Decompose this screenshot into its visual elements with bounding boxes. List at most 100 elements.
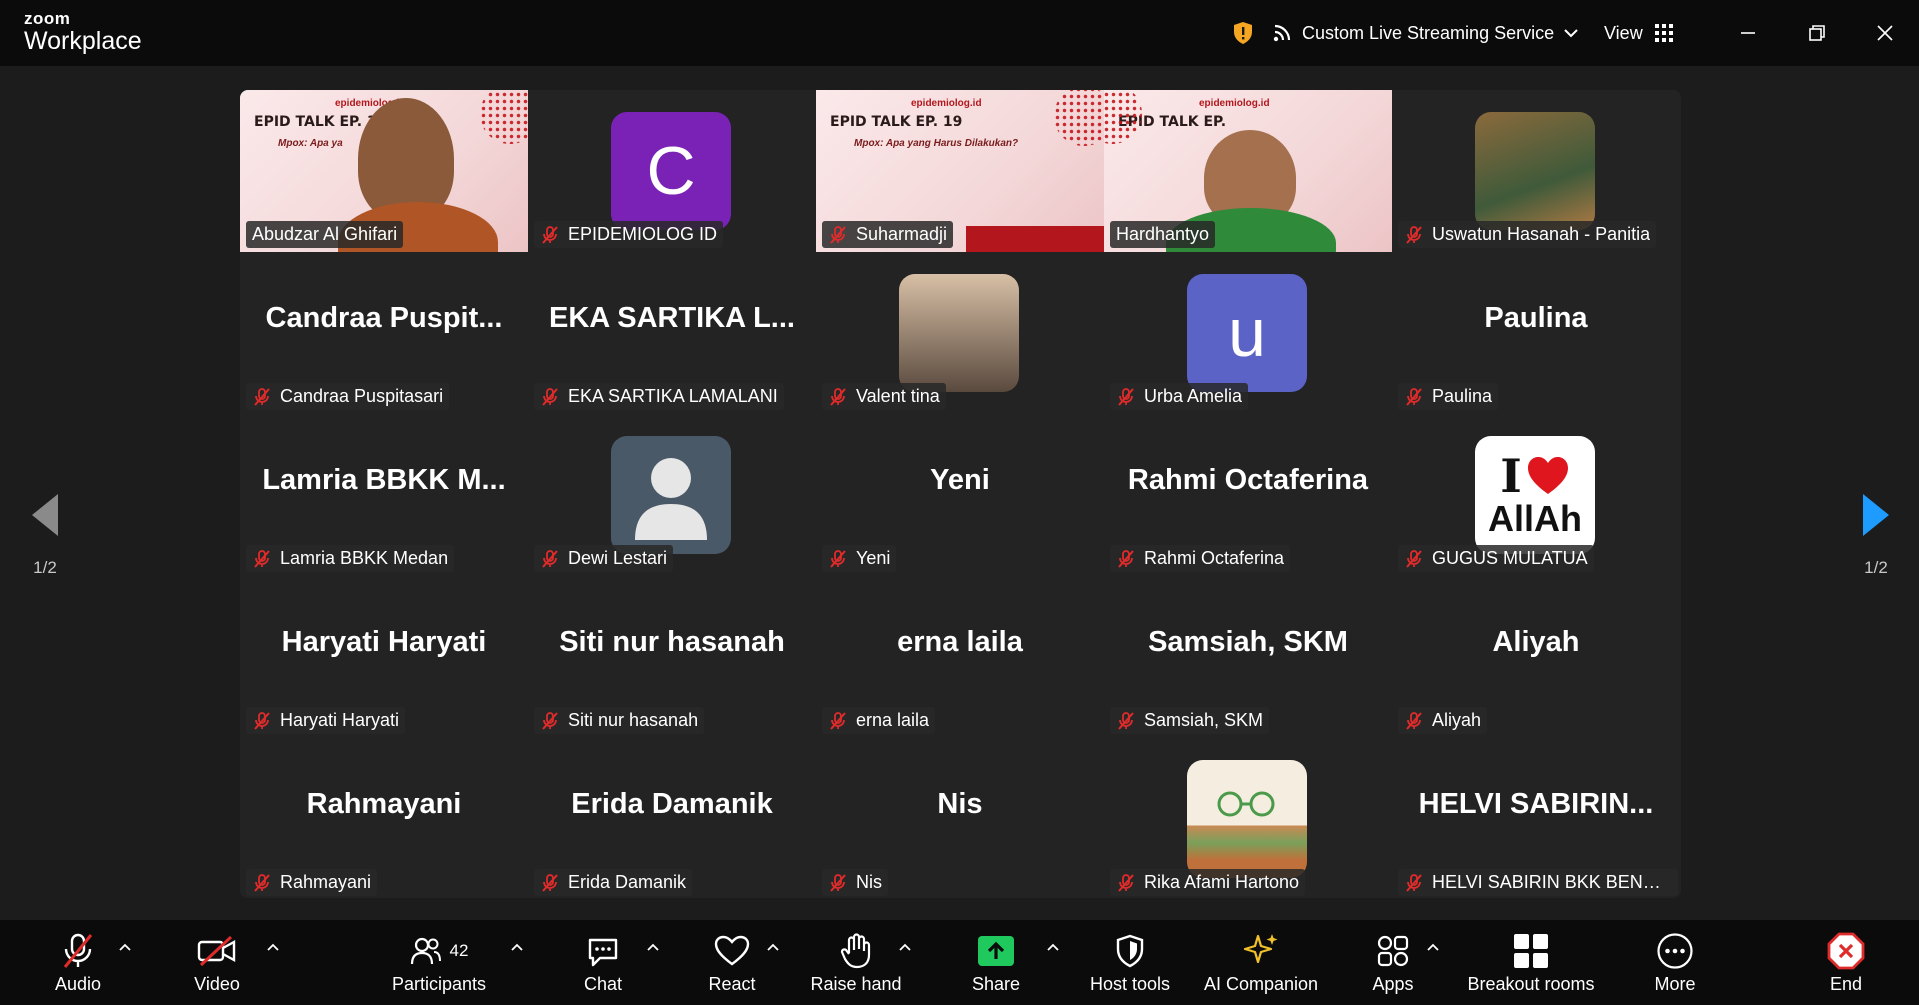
chat-options-caret-icon[interactable] [646,940,660,954]
participants-button[interactable]: 42 Participants [384,920,494,1005]
encryption-shield-button[interactable] [1232,0,1254,66]
participants-options-caret-icon[interactable] [510,940,524,954]
participant-tile[interactable]: HELVI SABIRIN... HELVI SABIRIN BKK BENGK… [1392,738,1680,898]
apps-options-caret-icon[interactable] [1426,940,1440,954]
share-label: Share [971,974,1021,994]
participant-display-name: Lamria BBKK M... [262,464,506,496]
dot-pattern-decoration [1054,90,1104,146]
more-button[interactable]: More [1642,920,1708,1005]
participant-name: Hardhantyo [1116,224,1210,244]
video-button[interactable]: Video [180,920,254,1005]
participant-tile[interactable]: Siti nur hasanah Siti nur hasanah [528,576,816,738]
raise-hand-options-caret-icon[interactable] [898,940,912,954]
ai-companion-button[interactable]: AI Companion [1198,920,1324,1005]
more-label: More [1654,974,1696,994]
raise-hand-button[interactable]: Raise hand [806,920,906,1005]
video-options-caret-icon[interactable] [266,940,280,954]
participant-tile[interactable]: Dewi Lestari [528,414,816,576]
participant-name: EKA SARTIKA LAMALANI [568,386,778,406]
name-label: Hardhantyo [1110,221,1216,248]
participant-tile[interactable]: C EPIDEMIOLOG ID [528,90,816,252]
name-label: Rahmi Octaferina [1110,545,1291,572]
react-button[interactable]: React [700,920,764,1005]
muted-mic-icon [254,873,270,892]
participant-display-name: Nis [937,788,983,820]
slide-logo-text: epidemiolog.id [911,98,982,109]
name-label: Rika Afami Hartono [1110,869,1306,896]
participant-tile[interactable]: Aliyah Aliyah [1392,576,1680,738]
avatar: u [1187,274,1307,392]
name-label: Uswatun Hasanah - Panitia [1398,221,1657,248]
participant-name: Dewi Lestari [568,548,668,568]
host-tools-label: Host tools [1089,974,1171,994]
next-page-nav[interactable]: 1/2 [1831,494,1919,578]
grid-view-icon [1654,24,1673,42]
chat-button[interactable]: Chat [570,920,636,1005]
participant-tile[interactable]: Rahmayani Rahmayani [240,738,528,898]
name-label: Aliyah [1398,707,1488,734]
participant-tile[interactable]: u Urba Amelia [1104,252,1392,414]
participant-name: Aliyah [1432,710,1482,730]
minimize-button[interactable] [1731,16,1765,50]
previous-page-nav[interactable]: 1/2 [0,494,90,578]
end-meeting-button[interactable]: End [1818,920,1874,1005]
share-screen-icon [978,936,1014,966]
avatar [1475,112,1595,230]
participant-tile[interactable]: Haryati Haryati Haryati Haryati [240,576,528,738]
minimize-icon [1741,32,1755,34]
participant-display-name: Siti nur hasanah [559,626,785,658]
participant-tile[interactable]: erna laila erna laila [816,576,1104,738]
ai-sparkle-icon [1243,934,1278,964]
participant-tile[interactable]: Nis Nis [816,738,1104,898]
avatar [899,274,1019,392]
restore-button[interactable] [1800,16,1834,50]
participant-display-name: Candraa Puspit... [265,302,503,334]
participant-tile[interactable]: EKA SARTIKA L... EKA SARTIKA LAMALANI [528,252,816,414]
participant-name: Siti nur hasanah [568,710,699,730]
participant-tile[interactable]: Erida Damanik Erida Damanik [528,738,816,898]
participant-name: Erida Damanik [568,872,687,892]
participant-tile[interactable]: epidemiolog.id EPID TALK EP. 19 Mpox: Ap… [816,90,1104,252]
live-streaming-dropdown[interactable]: Custom Live Streaming Service [1272,0,1578,66]
participant-tile[interactable]: I AllAh GUGUS MULATUA [1392,414,1680,576]
host-tools-button[interactable]: Host tools [1080,920,1180,1005]
live-streaming-label: Custom Live Streaming Service [1302,22,1555,43]
participant-name: Candraa Puspitasari [280,386,444,406]
participant-tile[interactable]: Valent tina [816,252,1104,414]
name-label: Dewi Lestari [534,545,674,572]
react-options-caret-icon[interactable] [766,940,780,954]
share-button[interactable]: Share [964,920,1028,1005]
participant-name: Rahmayani [280,872,372,892]
participant-name: Rika Afami Hartono [1144,872,1300,892]
participant-tile[interactable]: Uswatun Hasanah - Panitia [1392,90,1680,252]
breakout-rooms-button[interactable]: Breakout rooms [1462,920,1600,1005]
participant-tile[interactable]: epidemiolog.id EPID TALK EP. 1 Mpox: Apa… [240,90,528,252]
meeting-area: 1/2 1/2 epidemiolog.id EPID TALK EP. 1 M… [0,66,1919,920]
name-label: Siti nur hasanah [534,707,705,734]
share-options-caret-icon[interactable] [1046,940,1060,954]
participant-tile[interactable]: Paulina Paulina [1392,252,1680,414]
avatar: I AllAh [1475,436,1595,554]
participant-display-name: Rahmayani [306,788,462,820]
audio-options-caret-icon[interactable] [118,940,132,954]
arrow-left-icon [32,494,58,536]
participant-tile[interactable]: Rahmi Octaferina Rahmi Octaferina [1104,414,1392,576]
name-label: Lamria BBKK Medan [246,545,455,572]
apps-button[interactable]: Apps [1366,920,1420,1005]
participant-tile[interactable]: Samsiah, SKM Samsiah, SKM [1104,576,1392,738]
chevron-down-icon [1564,29,1578,38]
meeting-toolbar: Audio Video 42 Participants Chat React R… [0,920,1919,1005]
participant-tile[interactable]: Rika Afami Hartono [1104,738,1392,898]
participant-tile[interactable]: epidemiolog.id EPID TALK EP. Hardhantyo [1104,90,1392,252]
close-window-button[interactable] [1868,16,1902,50]
slide-title: EPID TALK EP. 1 [254,114,377,130]
participant-tile[interactable]: Candraa Puspit... Candraa Puspitasari [240,252,528,414]
muted-mic-icon [542,711,558,730]
participant-tile[interactable]: Yeni Yeni [816,414,1104,576]
avatar [611,436,731,554]
participant-tile[interactable]: Lamria BBKK M... Lamria BBKK Medan [240,414,528,576]
view-button[interactable]: View [1604,0,1673,66]
name-label: HELVI SABIRIN BKK BENGKU... [1398,869,1678,896]
participant-display-name: EKA SARTIKA L... [549,302,795,334]
audio-button[interactable]: Audio [42,920,114,1005]
